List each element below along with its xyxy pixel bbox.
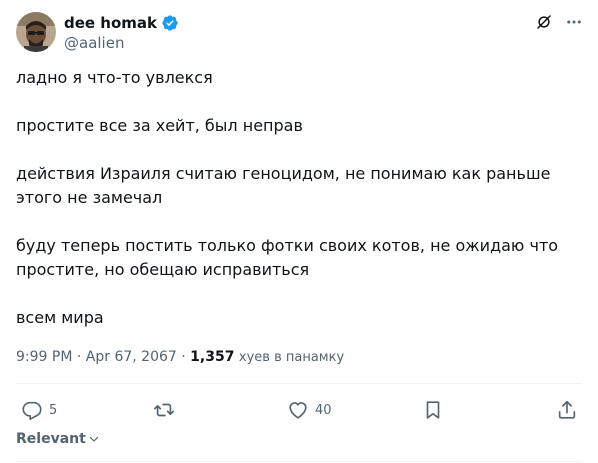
- reply-count: 5: [49, 402, 58, 418]
- avatar-image: [16, 12, 56, 52]
- like-count: 40: [315, 402, 332, 418]
- meta-separator: ·: [181, 349, 186, 365]
- author-name-row: dee homak: [64, 13, 179, 33]
- sort-replies-dropdown[interactable]: Relevant: [16, 431, 100, 447]
- share-icon: [558, 400, 576, 419]
- chevron-down-icon: [89, 436, 98, 442]
- retweet-icon: [154, 403, 174, 417]
- more-options-icon[interactable]: [564, 12, 584, 32]
- bookmark-icon: [426, 401, 440, 419]
- tweet-paragraph: ладно я что-то увлекся: [16, 68, 213, 87]
- tweet-top-actions: [534, 12, 584, 32]
- divider: [16, 383, 582, 384]
- like-button[interactable]: 40: [287, 396, 332, 424]
- tweet-card: dee homak @aalien ладно я что-то увлекся: [0, 0, 598, 463]
- reply-icon: [22, 401, 42, 420]
- meta-separator: ·: [76, 349, 82, 365]
- heart-icon: [289, 402, 307, 419]
- tweet-time[interactable]: 9:99 PM: [16, 349, 72, 365]
- views-count[interactable]: 1,357: [190, 349, 234, 365]
- bookmark-button[interactable]: [422, 396, 444, 424]
- author-display-name[interactable]: dee homak: [64, 13, 157, 33]
- retweet-button[interactable]: [153, 396, 175, 424]
- reply-button[interactable]: 5: [21, 396, 57, 424]
- sort-label: Relevant: [16, 431, 86, 447]
- tweet-paragraph: буду теперь постить только фотки своих к…: [16, 236, 559, 279]
- verified-badge-icon[interactable]: [161, 14, 179, 32]
- tweet-date[interactable]: Apr 67, 2067: [86, 349, 177, 365]
- grok-icon[interactable]: [534, 12, 554, 32]
- tweet-paragraph: действия Израиля считаю геноцидом, не по…: [16, 164, 551, 207]
- divider: [16, 461, 582, 462]
- author-handle[interactable]: @aalien: [64, 33, 124, 53]
- avatar[interactable]: [16, 12, 56, 52]
- tweet-text: ладно я что-то увлекся простите все за х…: [16, 66, 582, 330]
- tweet-paragraph: простите все за хейт, был неправ: [16, 116, 303, 135]
- share-button[interactable]: [556, 396, 578, 424]
- tweet-meta: 9:99 PM · Apr 67, 2067 · 1,357 хуев в па…: [16, 346, 344, 369]
- tweet-action-bar: 5 40: [16, 396, 582, 424]
- views-label: хуев в панамку: [238, 350, 345, 365]
- tweet-paragraph: всем мира: [16, 308, 104, 327]
